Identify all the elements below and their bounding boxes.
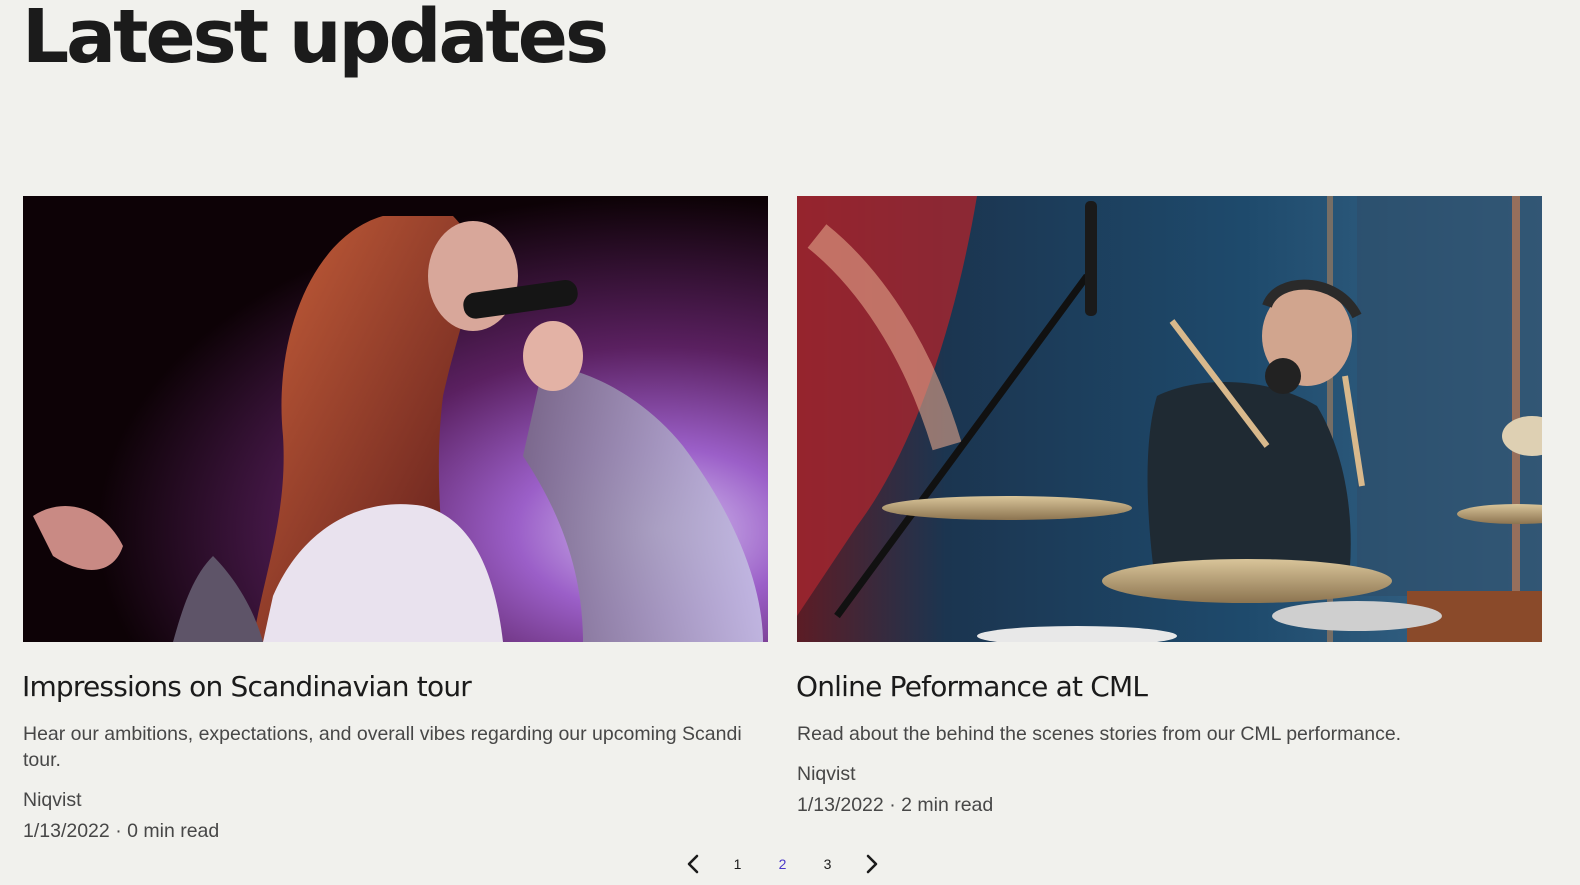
post-image[interactable] <box>797 196 1542 642</box>
meta-separator: · <box>889 794 896 816</box>
post-title[interactable]: Online Peformance at CML <box>796 669 1542 705</box>
post-image-graphic <box>797 196 1542 642</box>
post-meta: 1/13/2022 · 2 min read <box>797 792 1542 818</box>
post-description: Hear our ambitions, expectations, and ov… <box>23 723 742 771</box>
post-card: Impressions on Scandinavian tour Hear ou… <box>22 196 768 844</box>
page-title: Latest updates <box>22 0 609 80</box>
post-meta: 1/13/2022 · 0 min read <box>23 818 768 844</box>
page-link-2-current[interactable]: 2 <box>760 850 805 878</box>
post-card: Online Peformance at CML Read about the … <box>796 196 1542 818</box>
post-read-time: 0 min read <box>127 820 220 842</box>
post-author: Niqvist <box>797 763 856 785</box>
post-date: 1/13/2022 <box>23 820 110 842</box>
page-link-1[interactable]: 1 <box>715 850 760 878</box>
post-date: 1/13/2022 <box>797 794 884 816</box>
page-link-3[interactable]: 3 <box>805 850 850 878</box>
post-image[interactable] <box>23 196 768 642</box>
post-title[interactable]: Impressions on Scandinavian tour <box>22 669 768 705</box>
chevron-right-icon[interactable] <box>859 850 885 878</box>
post-description: Read about the behind the scenes stories… <box>797 723 1402 745</box>
post-read-time: 2 min read <box>901 794 994 816</box>
meta-separator: · <box>115 820 122 842</box>
chevron-left-icon[interactable] <box>680 850 706 878</box>
post-image-graphic <box>23 196 768 642</box>
pagination: 1 2 3 <box>680 850 885 878</box>
post-author: Niqvist <box>23 789 82 811</box>
